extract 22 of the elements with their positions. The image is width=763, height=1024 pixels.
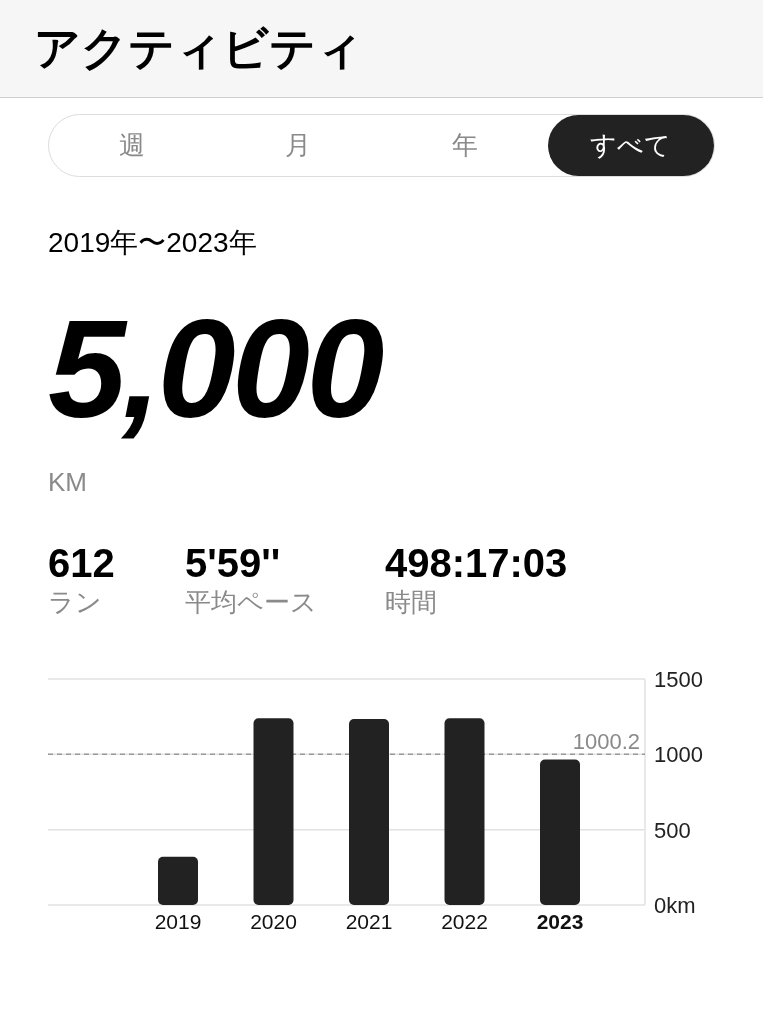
y-axis-label: 1000 [654,742,703,768]
stat-label: 平均ペース [185,589,318,615]
y-axis-label: 1500 [654,667,703,692]
year-label[interactable]: 2022 [441,910,488,933]
stat-value: 5'59'' [185,543,282,583]
period-range: 2019年〜2023年 [48,229,258,257]
year-label[interactable]: 2019 [154,910,202,933]
y-axis-label: 500 [654,817,691,843]
average-label: 1000.2 [572,729,640,755]
stat-label: 時間 [385,589,438,615]
y-axis-label: 0km [654,893,696,918]
year-label[interactable]: 2020 [250,910,297,933]
page-title: アクティビティ [34,21,363,76]
distance-bar [158,856,198,905]
period-tab[interactable]: すべて [547,115,714,176]
total-distance: 5,000 [48,299,383,439]
year-label[interactable]: 2021 [345,910,393,933]
stat-value: 498:17:03 [385,543,569,583]
distance-unit: KM [48,469,88,495]
stat-label: ラン [48,589,103,615]
year-label[interactable]: 2023 [536,910,584,933]
stat-value: 612 [48,543,116,583]
